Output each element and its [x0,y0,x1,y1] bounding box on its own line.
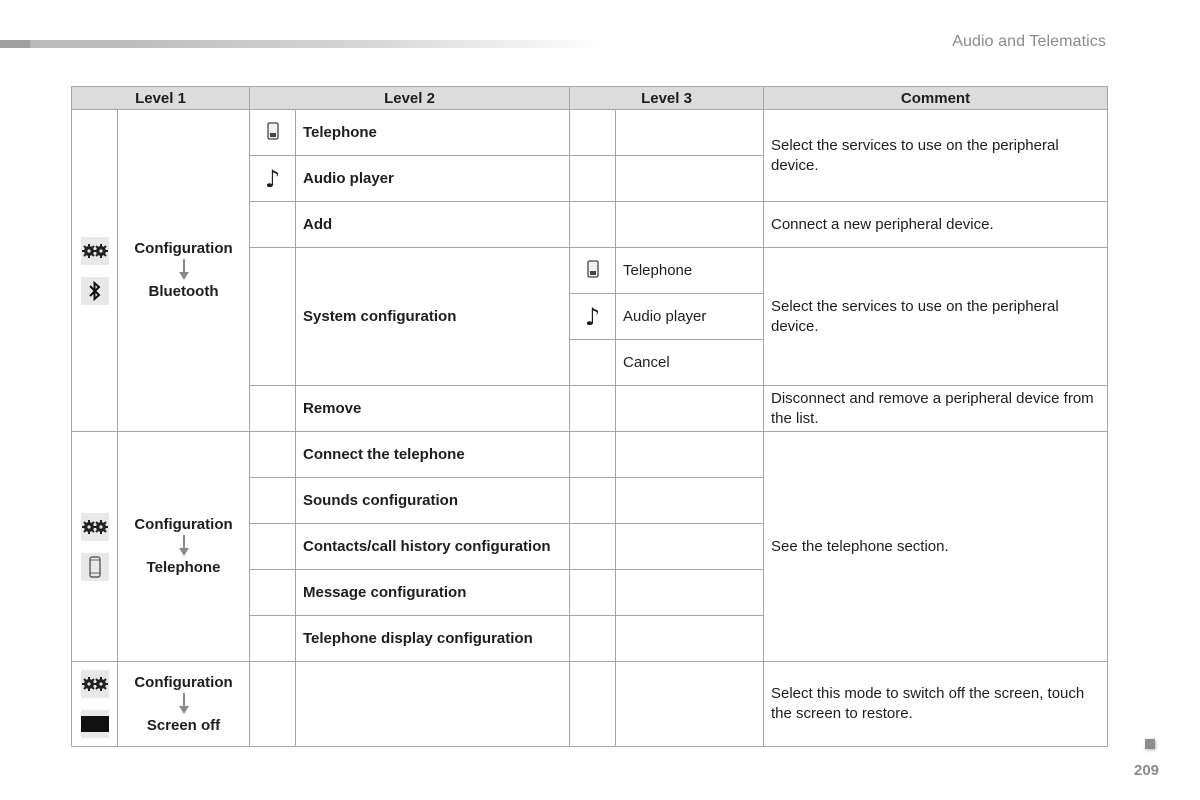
column-header-comment: Comment [763,86,1108,110]
level2-item[interactable]: Contacts/call history configuration [295,523,570,570]
level3-item [615,615,764,662]
level3-item [615,431,764,478]
music-note-icon: ♪ [584,302,601,331]
gears-icon [80,236,109,265]
level2-icon-cell [249,661,296,747]
level3-icon-cell [569,201,616,248]
level3-icon-cell [569,431,616,478]
level1-icons-cell [71,109,118,432]
level2-item[interactable]: Telephone display configuration [295,615,570,662]
smartphone-icon [80,552,109,581]
level2-item[interactable]: Message configuration [295,569,570,616]
level2-item[interactable]: Telephone [295,109,570,156]
comment-cell: Select the services to use on the periph… [763,247,1108,386]
level3-item [615,385,764,432]
table-row: Configuration Telephone Connect the tele… [71,431,1108,662]
level2-item[interactable]: System configuration [295,247,570,386]
level3-icon-cell [569,569,616,616]
arrow-down-icon [178,692,189,714]
level3-icon-cell [569,615,616,662]
level2-icon-cell [249,569,296,616]
level3-item[interactable]: Audio player [615,293,764,340]
bluetooth-icon [80,276,109,305]
level1-icons-cell [71,431,118,662]
level2-icon-cell: ♪ [249,155,296,202]
level3-item[interactable]: Cancel [615,339,764,386]
level2-icon-cell [249,477,296,524]
gears-icon [80,670,109,698]
level3-icon-cell [569,109,616,156]
comment-cell: Select the services to use on the periph… [763,109,1108,202]
level2-icon-cell [249,431,296,478]
page-marker [1145,739,1155,749]
level2-item[interactable]: Connect the telephone [295,431,570,478]
level3-item [615,569,764,616]
level3-icon-cell [569,339,616,386]
level2-item[interactable]: Add [295,201,570,248]
phone-icon [266,121,279,140]
level2-icon-cell [249,109,296,156]
header-gradient-bar [0,40,610,48]
level1-label-bottom: Telephone [146,559,221,576]
comment-cell: See the telephone section. [763,431,1108,662]
table-row: Configuration Bluetooth Telephone Select… [71,109,1108,432]
level1-label-bottom: Screen off [146,716,221,734]
level3-item[interactable]: Telephone [615,247,764,294]
level1-label-cell: Configuration Screen off [117,661,250,747]
header-bar-accent [0,40,30,48]
column-header-level2: Level 2 [249,86,570,110]
level2-icon-cell [249,385,296,432]
column-header-level3: Level 3 [569,86,764,110]
phone-icon [586,259,599,278]
level2-item[interactable]: Audio player [295,155,570,202]
level3-icon-cell [569,247,616,294]
level1-label-cell: Configuration Bluetooth [117,109,250,432]
level3-item [615,523,764,570]
section-title: Audio and Telematics [952,33,1106,50]
arrow-down-icon [178,259,189,280]
arrow-down-icon [178,535,189,556]
level1-label-bottom: Bluetooth [148,283,219,300]
level2-item [295,661,570,747]
level1-icons-cell [71,661,118,747]
level3-item [615,477,764,524]
level2-item[interactable]: Sounds configuration [295,477,570,524]
level2-icon-cell [249,201,296,248]
level2-icon-cell [249,615,296,662]
level1-label-top: Configuration [134,516,233,533]
level1-label-top: Configuration [134,240,233,257]
level3-icon-cell [569,477,616,524]
level3-icon-cell: ♪ [569,293,616,340]
level3-icon-cell [569,385,616,432]
comment-cell: Disconnect and remove a peripheral devic… [763,385,1108,432]
level3-icon-cell [569,155,616,202]
level3-item [615,661,764,747]
level3-icon-cell [569,523,616,570]
level3-item [615,155,764,202]
level1-label-top: Configuration [134,673,233,691]
level3-item [615,201,764,248]
level1-label-cell: Configuration Telephone [117,431,250,662]
menu-table: Level 1 Level 2 Level 3 Comment Configur… [71,86,1108,747]
comment-cell: Select this mode to switch off the scree… [763,661,1108,747]
table-header-row: Level 1 Level 2 Level 3 Comment [71,86,1108,110]
level2-item[interactable]: Remove [295,385,570,432]
music-note-icon: ♪ [264,164,281,193]
level2-icon-cell [249,523,296,570]
black-screen-icon [80,710,109,738]
level3-icon-cell [569,661,616,747]
level2-icon-cell [249,247,296,386]
level3-item [615,109,764,156]
page-number: 209 [1134,762,1160,779]
comment-cell: Connect a new peripheral device. [763,201,1108,248]
column-header-level1: Level 1 [71,86,250,110]
gears-icon [80,512,109,541]
table-row: Configuration Screen off Select this mod… [71,661,1108,747]
